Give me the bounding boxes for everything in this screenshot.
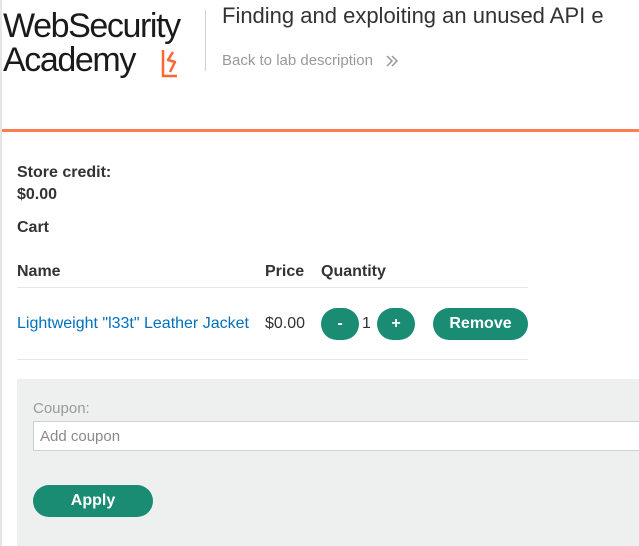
web-security-academy-logo[interactable]: WebSecurity Academy (3, 8, 203, 80)
coupon-input[interactable] (33, 421, 639, 451)
column-header-quantity: Quantity (321, 263, 386, 280)
store-credit-value: $0.00 (17, 186, 58, 203)
product-link[interactable]: Lightweight "l33t" Leather Jacket (17, 315, 249, 333)
back-link-label: Back to lab description (222, 52, 373, 69)
header-divider (205, 10, 206, 71)
logo-line-1: WebSecurity (3, 7, 181, 45)
remove-item-button[interactable]: Remove (433, 308, 528, 340)
lab-title: Finding and exploiting an unused API e (222, 3, 604, 28)
column-header-price: Price (265, 263, 305, 280)
decrease-quantity-button[interactable]: - (321, 308, 359, 340)
table-row-divider (17, 359, 528, 360)
header-separator (2, 129, 639, 132)
coupon-label: Coupon: (33, 400, 90, 417)
quantity-value: 1 (362, 315, 371, 332)
column-header-name: Name (17, 263, 61, 280)
cart-heading: Cart (17, 219, 50, 236)
back-to-lab-description-link[interactable]: Back to lab description (222, 52, 399, 70)
logo-line-2: Academy (3, 41, 136, 79)
apply-coupon-button[interactable]: Apply (33, 485, 153, 517)
increase-quantity-button[interactable]: + (377, 308, 415, 340)
store-credit-label: Store credit: (17, 164, 112, 181)
page-left-border (0, 0, 2, 546)
coupon-panel: Coupon: Apply (17, 379, 639, 546)
double-chevron-right-icon (386, 55, 399, 67)
lightning-logo-icon (161, 50, 177, 78)
table-header-divider (17, 287, 528, 288)
product-price: $0.00 (265, 315, 306, 332)
